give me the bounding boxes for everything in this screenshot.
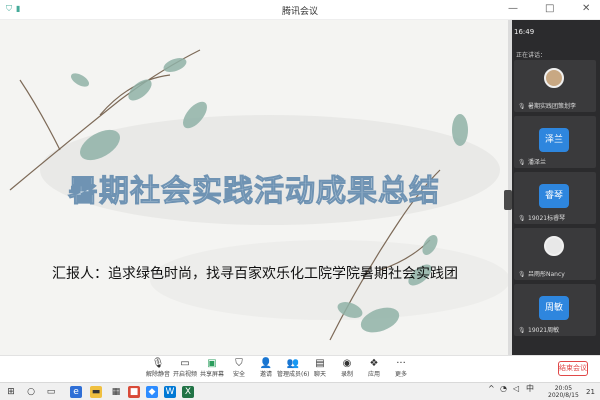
mic-muted-icon: 🎙 <box>518 215 526 222</box>
excel-icon[interactable]: X <box>182 386 194 398</box>
edge-icon[interactable]: e <box>70 386 82 398</box>
participant-name: 吕雨彤Nancy <box>528 271 565 278</box>
mic-muted-icon: 🎙 <box>518 271 526 278</box>
participant-tile[interactable]: 周敏 🎙 19021周敏 <box>514 284 596 336</box>
end-meeting-button[interactable]: 结束会议 <box>558 361 588 376</box>
mic-muted-icon: 🎙 <box>518 327 526 334</box>
speaking-label: 正在讲话： <box>516 52 547 59</box>
participant-tile[interactable]: 泽兰 🎙 潘泽兰 <box>514 116 596 168</box>
more-icon: ··· <box>396 358 406 369</box>
network-icon[interactable]: ◔ <box>500 385 507 393</box>
avatar <box>544 236 564 256</box>
tray-chevron-icon[interactable]: ^ <box>488 385 495 393</box>
search-icon[interactable]: ○ <box>25 386 37 398</box>
close-button[interactable]: ✕ <box>582 3 590 15</box>
maximize-button[interactable]: □ <box>545 3 554 15</box>
slide-reporter: 汇报人：追求绿色时尚，找寻百家欢乐化工院学院暑期社会实践团 <box>52 266 458 282</box>
mic-muted-icon: 🎙 <box>518 103 526 110</box>
app-window: ⛉ ▮ 腾讯会议 — □ ✕ 暑期社会实践活动成果总结 汇报人：追求绿色时尚，找… <box>0 0 600 400</box>
participant-name: 暑期实践团策划李 <box>528 103 577 110</box>
panel-collapse-handle[interactable] <box>504 190 512 210</box>
meeting-time: 16:49 <box>514 28 535 36</box>
participant-panel: 16:49 正在讲话： 🎙 暑期实践团策划李 泽兰 🎙 潘泽兰 睿琴 🎙 190… <box>508 20 600 355</box>
notification-badge[interactable]: 21 <box>586 385 595 399</box>
avatar <box>544 68 564 88</box>
tencent-meeting-icon[interactable]: ◆ <box>146 386 158 398</box>
panel-header: 16:49 <box>514 28 596 42</box>
store-icon[interactable]: ▦ <box>110 386 122 398</box>
participant-tile[interactable]: 🎙 吕雨彤Nancy <box>514 228 596 280</box>
folder-icon[interactable]: ▬ <box>90 386 102 398</box>
more-label: 更多 <box>394 371 407 378</box>
title-bar: ⛉ ▮ 腾讯会议 — □ ✕ <box>0 0 600 20</box>
participant-badge: 睿琴 <box>539 184 569 208</box>
system-clock[interactable]: 20:05 2020/8/15 <box>548 385 579 399</box>
task-view-icon[interactable]: ▭ <box>45 386 57 398</box>
clock-date: 2020/8/15 <box>548 392 579 399</box>
word-icon[interactable]: W <box>164 386 176 398</box>
participant-tile[interactable]: 🎙 暑期实践团策划李 <box>514 60 596 112</box>
meeting-toolbar: 🎙 解除静音 ▭ 开启视频 ▣ 共享屏幕 ⛉ 安全 👤 邀请 👥 管理成员(6)… <box>0 355 600 382</box>
ime-indicator[interactable]: 中 <box>526 385 534 393</box>
volume-icon[interactable]: ◁ <box>513 385 519 393</box>
windows-start-icon[interactable]: ⊞ <box>5 386 17 398</box>
participant-badge: 泽兰 <box>539 128 569 152</box>
windows-taskbar: ⊞ ○ ▭ e ▬ ▦ ■ ◆ W X ^ ◔ ◁ 中 20:05 2020/8… <box>0 382 600 400</box>
mic-muted-icon: 🎙 <box>518 159 526 166</box>
participant-name: 19021标睿琴 <box>528 215 566 222</box>
panel-border <box>508 20 512 355</box>
participant-badge: 周敏 <box>539 296 569 320</box>
participant-name: 19021周敏 <box>528 327 560 334</box>
slide-title: 暑期社会实践活动成果总结 <box>68 174 440 210</box>
minimize-button[interactable]: — <box>508 3 518 15</box>
participant-name: 潘泽兰 <box>528 159 547 166</box>
shared-screen: 暑期社会实践活动成果总结 汇报人：追求绿色时尚，找寻百家欢乐化工院学院暑期社会实… <box>0 20 508 355</box>
participant-tile[interactable]: 睿琴 🎙 19021标睿琴 <box>514 172 596 224</box>
clock-time: 20:05 <box>554 385 573 392</box>
more-button[interactable]: ··· 更多 <box>385 358 417 379</box>
app-icon[interactable]: ■ <box>128 386 140 398</box>
